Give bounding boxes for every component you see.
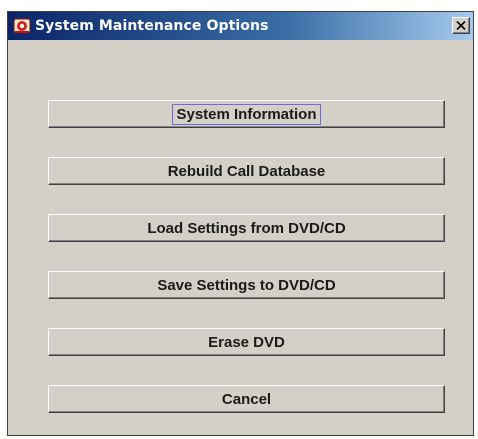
erase-dvd-button[interactable]: Erase DVD (48, 328, 445, 356)
dialog-body: System Information Rebuild Call Database… (8, 40, 473, 435)
save-settings-button[interactable]: Save Settings to DVD/CD (48, 271, 445, 299)
load-settings-button[interactable]: Load Settings from DVD/CD (48, 214, 445, 242)
system-information-button[interactable]: System Information (48, 100, 445, 128)
window-title: System Maintenance Options (35, 18, 269, 34)
close-icon (456, 17, 466, 35)
save-settings-label: Save Settings to DVD/CD (157, 276, 336, 294)
title-bar[interactable]: System Maintenance Options (8, 12, 473, 40)
app-icon (13, 17, 31, 35)
rebuild-call-database-button[interactable]: Rebuild Call Database (48, 157, 445, 185)
system-information-label: System Information (172, 103, 321, 125)
cancel-button[interactable]: Cancel (48, 385, 445, 413)
erase-dvd-label: Erase DVD (208, 333, 285, 351)
rebuild-call-database-label: Rebuild Call Database (167, 162, 326, 180)
close-button[interactable] (452, 17, 470, 34)
dialog-window: System Maintenance Options System Inform… (7, 11, 474, 436)
cancel-label: Cancel (221, 390, 272, 408)
load-settings-label: Load Settings from DVD/CD (147, 219, 346, 237)
